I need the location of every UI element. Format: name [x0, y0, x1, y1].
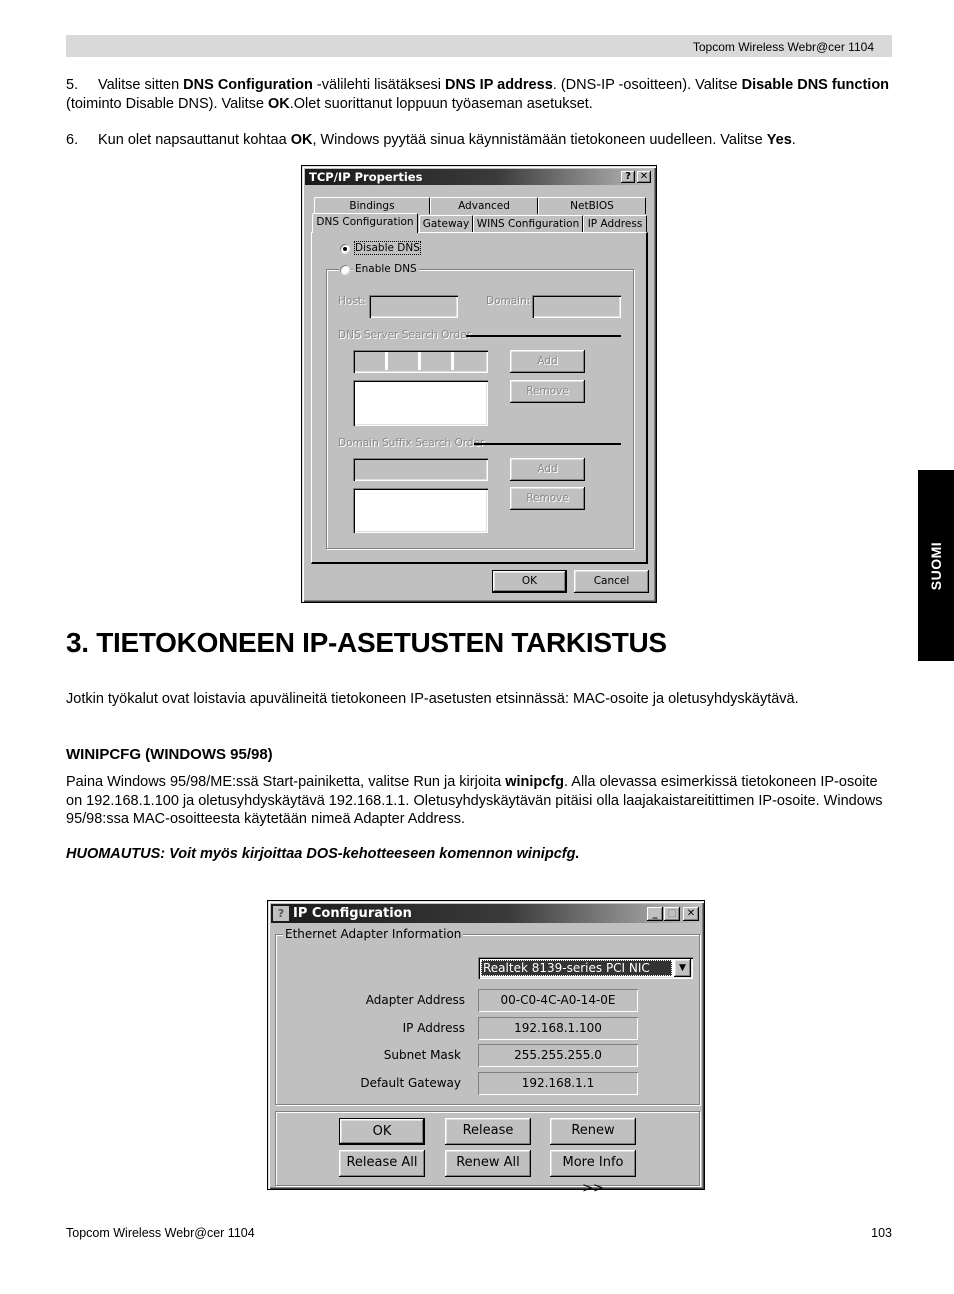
maximize-button[interactable]: □	[664, 907, 680, 921]
help-button[interactable]: ?	[621, 171, 635, 183]
ip-configuration-dialog: ? IP Configuration _ □ ✕ Ethernet Adapte…	[267, 900, 705, 1196]
step-text: Kun olet napsauttanut kohtaa OK, Windows…	[98, 132, 796, 148]
text-run: .Olet suorittanut loppuun työaseman aset…	[289, 95, 593, 112]
app-icon: ?	[273, 906, 289, 921]
domain-label: Domain:	[486, 295, 531, 307]
tab-gateway[interactable]: Gateway	[419, 215, 473, 232]
section-body: Paina Windows 95/98/ME:ssä Start-painike…	[66, 773, 896, 829]
bold-run: Disable DNS function	[741, 77, 890, 93]
tab-dns-configuration[interactable]: DNS Configuration	[312, 213, 418, 233]
domain-input[interactable]	[532, 295, 621, 318]
bold-run: DNS Configuration	[183, 77, 313, 93]
disable-dns-radio[interactable]	[340, 244, 350, 254]
bold-run: OK	[290, 132, 313, 148]
dns-ip-input[interactable]	[353, 350, 488, 373]
minimize-button[interactable]: _	[647, 907, 663, 921]
step-6: 6. Kun olet napsauttanut kohtaa OK, Windo…	[66, 131, 896, 150]
bold-run: Yes	[766, 132, 792, 148]
domain-suffix-list[interactable]	[353, 488, 488, 533]
renew-button[interactable]: Renew	[550, 1118, 636, 1145]
bold-run: OK	[268, 95, 290, 112]
section-intro: Jotkin työkalut ovat loistavia apuväline…	[66, 691, 799, 707]
field-label: Adapter Address	[365, 993, 465, 1007]
suffix-add-button[interactable]: Add	[510, 458, 585, 481]
ip-separator	[451, 352, 454, 370]
text-run: Paina Windows 95/98/ME:ssä Start-painike…	[66, 774, 506, 790]
adapter-select[interactable]: Realtek 8139-series PCI NIC ▼	[478, 957, 693, 979]
text-run: . (DNS-IP -osoitteen). Valitse	[552, 77, 742, 93]
field-label: Default Gateway	[360, 1076, 461, 1090]
more-info-button[interactable]: More Info >>	[550, 1150, 636, 1196]
field-value: 255.255.255.0	[478, 1044, 638, 1067]
release-button[interactable]: Release	[445, 1118, 531, 1145]
enable-dns-radio[interactable]	[340, 265, 350, 275]
dns-server-list[interactable]	[353, 380, 488, 426]
field-label: IP Address	[402, 1021, 465, 1035]
tcpip-properties-dialog: TCP/IP Properties ? ✕ Bindings Advanced …	[301, 165, 657, 603]
subheading: WINIPCFG (WINDOWS 95/98)	[66, 746, 273, 763]
domain-suffix-search-order-label: Domain Suffix Search Order	[338, 437, 485, 449]
step-number: 5.	[66, 77, 79, 93]
language-side-tab: SUOMI	[918, 470, 954, 661]
ok-button[interactable]: OK	[492, 570, 567, 593]
text-run: Valitse sitten	[98, 77, 184, 93]
group-label: Ethernet Adapter Information	[283, 927, 464, 941]
tab-advanced[interactable]: Advanced	[430, 197, 538, 214]
text-run: .	[791, 132, 796, 148]
close-button[interactable]: ✕	[683, 907, 699, 921]
tab-wins-configuration[interactable]: WINS Configuration	[473, 215, 583, 232]
step-5: 5. Valitse sitten DNS Configuration -väli…	[66, 76, 896, 113]
host-label: Host:	[338, 295, 366, 307]
text-run: -välilehti lisätäksesi	[312, 77, 446, 93]
divider	[466, 335, 621, 337]
ip-separator	[418, 352, 421, 370]
step-text: Valitse sitten DNS Configuration -välile…	[66, 77, 889, 112]
language-label: SUOMI	[928, 541, 944, 590]
page-number: 103	[871, 1226, 892, 1240]
title-bar: ? IP Configuration _ □ ✕	[271, 904, 701, 923]
bold-run: winipcfg	[505, 774, 565, 790]
host-input[interactable]	[369, 295, 458, 318]
disable-dns-label[interactable]: Disable DNS	[354, 241, 421, 255]
field-value: 192.168.1.100	[478, 1017, 638, 1040]
title-bar: TCP/IP Properties ? ✕	[305, 169, 653, 185]
tab-netbios[interactable]: NetBIOS	[538, 197, 646, 214]
footer-product: Topcom Wireless Webr@cer 1104	[66, 1226, 255, 1240]
header-text: Topcom Wireless Webr@cer 1104	[692, 40, 874, 54]
page-header: Topcom Wireless Webr@cer 1104	[66, 35, 892, 57]
release-all-button[interactable]: Release All	[339, 1150, 425, 1177]
divider	[474, 443, 621, 445]
field-value: 192.168.1.1	[478, 1072, 638, 1095]
suffix-remove-button[interactable]: Remove	[510, 487, 585, 510]
step-number: 6.	[66, 132, 79, 148]
dialog-title: IP Configuration	[293, 906, 412, 921]
bold-run: DNS IP address	[445, 77, 553, 93]
dropdown-arrow-icon[interactable]: ▼	[674, 959, 691, 977]
dns-remove-button[interactable]: Remove	[510, 380, 585, 403]
section-title: 3. TIETOKONEEN IP-ASETUSTEN TARKISTUS	[66, 627, 667, 658]
dns-server-search-order-label: DNS Server Search Order	[338, 329, 471, 341]
text-run: Kun olet napsauttanut kohtaa	[98, 132, 291, 148]
text-run: , Windows pyytää sinua käynnistämään tie…	[312, 132, 767, 148]
close-button[interactable]: ✕	[637, 171, 651, 183]
note: HUOMAUTUS: Voit myös kirjoittaa DOS-keho…	[66, 846, 580, 862]
enable-dns-label[interactable]: Enable DNS	[353, 263, 419, 275]
cancel-button[interactable]: Cancel	[574, 570, 649, 593]
field-value: 00-C0-4C-A0-14-0E	[478, 989, 638, 1012]
dialog-title: TCP/IP Properties	[309, 170, 423, 184]
text-run: (toiminto Disable DNS). Valitse	[66, 95, 268, 112]
ok-button[interactable]: OK	[339, 1118, 425, 1145]
domain-suffix-input[interactable]	[353, 458, 488, 481]
adapter-selected-value: Realtek 8139-series PCI NIC	[481, 960, 672, 976]
tab-ip-address[interactable]: IP Address	[583, 215, 647, 232]
tab-bindings[interactable]: Bindings	[314, 197, 430, 214]
dns-add-button[interactable]: Add	[510, 350, 585, 373]
renew-all-button[interactable]: Renew All	[445, 1150, 531, 1177]
field-label: Subnet Mask	[383, 1048, 461, 1062]
ip-separator	[385, 352, 388, 370]
